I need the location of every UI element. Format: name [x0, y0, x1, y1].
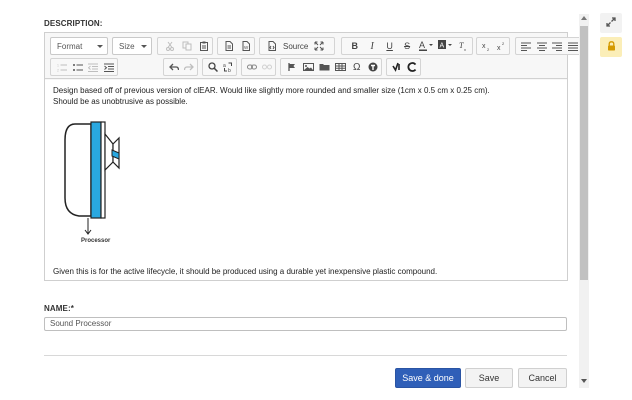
table-icon[interactable] [334, 59, 348, 75]
cut-icon[interactable] [162, 38, 177, 54]
paste-special-group: W [217, 37, 255, 55]
description-paragraph: Should be as unobtrusive as possible. [53, 97, 188, 106]
svg-text:b: b [228, 68, 231, 72]
indent-icon[interactable] [102, 59, 116, 75]
replace-icon[interactable]: ab [222, 59, 236, 75]
find-group: ab [202, 58, 237, 76]
svg-text:1: 1 [57, 63, 59, 67]
cancel-button[interactable]: Cancel [518, 368, 567, 388]
source-button[interactable]: Source [281, 38, 310, 54]
script-group: x2 x2 [476, 37, 510, 55]
size-dropdown[interactable]: Size [112, 37, 152, 55]
search-icon[interactable] [206, 59, 220, 75]
text-style-group: B I U S A A Tx [341, 37, 473, 55]
redo-icon[interactable] [183, 59, 197, 75]
image-icon[interactable] [301, 59, 315, 75]
description-paragraph: Given this is for the active lifecycle, … [53, 267, 438, 276]
chevron-down-icon [141, 45, 147, 48]
format-dropdown[interactable]: Format [50, 37, 108, 55]
link-icon[interactable] [245, 59, 259, 75]
editor-content[interactable]: Design based off of previous version of … [45, 80, 567, 280]
undo-icon[interactable] [167, 59, 181, 75]
save-button[interactable]: Save [465, 368, 513, 388]
source-group: Source [259, 37, 335, 55]
save-and-done-button[interactable]: Save & done [395, 368, 461, 388]
expand-icon [606, 16, 616, 30]
size-dropdown-label: Size [119, 41, 135, 51]
paste-text-icon[interactable] [222, 38, 237, 54]
divider [44, 355, 567, 356]
svg-text:A: A [439, 43, 444, 50]
format-dropdown-label: Format [57, 41, 83, 51]
description-paragraph: Design based off of previous version of … [53, 86, 490, 95]
insert-group: Ω [280, 58, 382, 76]
processor-illustration [57, 118, 147, 251]
svg-text:W: W [244, 45, 249, 50]
svg-text:2: 2 [57, 68, 59, 72]
svg-text:2: 2 [487, 47, 490, 51]
italic-icon[interactable]: I [364, 38, 379, 54]
align-center-icon[interactable] [535, 38, 549, 54]
svg-text:x: x [482, 43, 486, 50]
bold-icon[interactable]: B [347, 38, 362, 54]
source-icon[interactable] [264, 38, 280, 54]
description-label: DESCRIPTION: [44, 19, 103, 28]
lock-button[interactable] [600, 37, 622, 57]
numbered-list-icon[interactable]: 12 [55, 59, 69, 75]
strikethrough-icon[interactable]: S [399, 38, 414, 54]
chevron-down-icon [97, 45, 103, 48]
paste-icon[interactable] [196, 38, 211, 54]
anchor-icon[interactable] [285, 59, 299, 75]
extra-group [386, 58, 421, 76]
bulleted-list-icon[interactable] [71, 59, 85, 75]
paste-word-icon[interactable]: W [239, 38, 254, 54]
svg-text:x: x [464, 47, 466, 51]
illustration-caption: Processor [81, 238, 111, 244]
align-group [515, 37, 582, 55]
superscript-icon[interactable]: x2 [495, 38, 508, 54]
link-group [241, 58, 276, 76]
scroll-down-arrow-icon[interactable] [579, 379, 589, 387]
unlink-icon[interactable] [261, 59, 275, 75]
special-char-icon[interactable]: Ω [350, 59, 364, 75]
align-left-icon[interactable] [519, 38, 533, 54]
svg-text:2: 2 [502, 41, 505, 46]
emoji-icon[interactable] [366, 59, 380, 75]
history-group [163, 58, 198, 76]
svg-text:x: x [497, 45, 501, 51]
align-right-icon[interactable] [551, 38, 565, 54]
align-justify-icon[interactable] [566, 38, 580, 54]
outdent-icon[interactable] [87, 59, 101, 75]
scrollbar-thumb[interactable] [580, 26, 588, 280]
list-group: 12 [50, 58, 118, 76]
text-color-icon[interactable]: A [417, 38, 434, 54]
subscript-icon[interactable]: x2 [480, 38, 493, 54]
name-input[interactable]: Sound Processor [44, 317, 567, 331]
lock-icon [607, 40, 616, 54]
description-editor[interactable]: Format Size W Source B I U S A A T x x 2… [44, 32, 582, 281]
svg-text:A: A [419, 40, 425, 50]
grammar-icon[interactable] [406, 59, 420, 75]
remove-format-icon[interactable]: Tx [456, 38, 471, 54]
scroll-up-arrow-icon[interactable] [579, 16, 589, 24]
underline-icon[interactable]: U [382, 38, 397, 54]
spellcheck-icon[interactable] [390, 59, 404, 75]
folder-icon[interactable] [317, 59, 331, 75]
editor-toolbar: Format Size W Source B I U S A A T x x 2… [45, 33, 582, 79]
scrollbar[interactable] [579, 14, 589, 388]
clipboard-group [157, 37, 213, 55]
name-label: NAME:* [44, 304, 74, 313]
maximize-icon[interactable] [311, 38, 327, 54]
expand-button[interactable] [600, 13, 622, 33]
background-color-icon[interactable]: A [436, 38, 453, 54]
copy-icon[interactable] [179, 38, 194, 54]
